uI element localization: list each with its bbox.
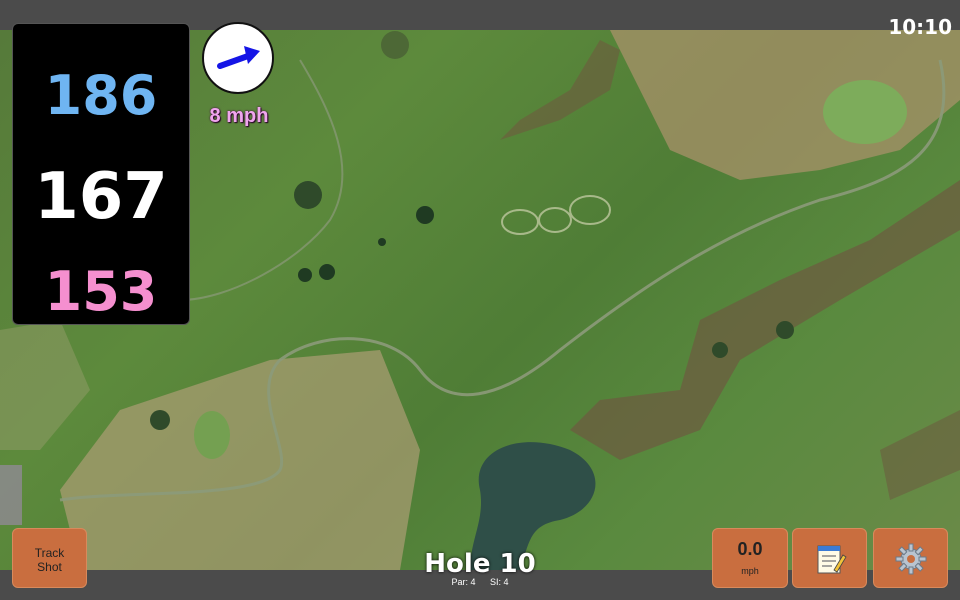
hole-info: Par: 4 SI: 4: [400, 577, 560, 587]
distance-panel: 186 167 153: [12, 23, 190, 325]
wind-speed-label: 8 mph: [209, 105, 269, 127]
wind-direction-dial: [202, 22, 274, 94]
notes-button[interactable]: [792, 528, 867, 588]
arrow-right-icon: [217, 46, 260, 69]
speed-button[interactable]: 0.0 mph: [712, 528, 788, 588]
track-shot-button[interactable]: Track Shot: [12, 528, 87, 588]
hole-title: Hole 10: [424, 549, 536, 579]
speed-unit: mph: [741, 566, 759, 576]
status-time: 10:10: [888, 15, 952, 39]
gear-icon: [895, 543, 926, 575]
notepad-icon: [817, 545, 847, 574]
hole-par: Par: 4: [451, 577, 476, 587]
back-distance: 186: [44, 64, 158, 127]
settings-button[interactable]: [873, 528, 948, 588]
hole-stroke-index: SI: 4: [490, 577, 509, 587]
speed-value: 0.0: [737, 539, 763, 559]
front-distance: 153: [44, 260, 158, 323]
track-shot-label-line2: Shot: [37, 560, 62, 574]
center-distance: 167: [34, 160, 168, 234]
track-shot-label-line1: Track: [34, 546, 65, 560]
